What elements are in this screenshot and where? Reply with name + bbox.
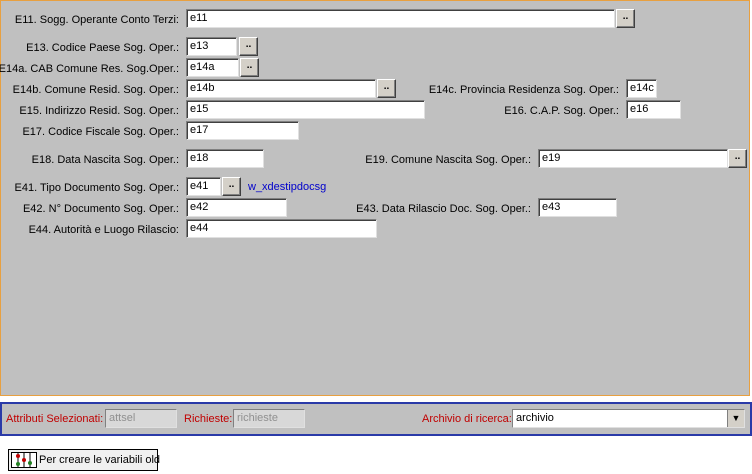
e43-label: E43. Data Rilascio Doc. Sog. Oper.: — [356, 203, 531, 215]
create-old-variables-button[interactable]: Per creare le variabili old — [8, 449, 161, 471]
e19-label: E19. Comune Nascita Sog. Oper.: — [365, 154, 531, 166]
e18-label: E18. Data Nascita Sog. Oper.: — [31, 154, 179, 166]
richieste-input: richieste — [233, 409, 305, 428]
ellipsis-icon: .. — [228, 179, 235, 190]
richieste-label: Richieste: — [184, 413, 233, 425]
ellipsis-icon: .. — [246, 60, 253, 71]
e15-input[interactable]: e15 — [186, 100, 425, 119]
e19-lookup-button[interactable]: .. — [728, 149, 747, 168]
archivio-label: Archivio di ricerca: — [422, 413, 512, 425]
e13-input[interactable]: e13 — [186, 37, 237, 56]
ellipsis-icon: .. — [383, 81, 390, 92]
e16-input[interactable]: e16 — [626, 100, 681, 119]
archivio-select[interactable]: archivio ▼ — [512, 409, 745, 428]
e11-input[interactable]: e11 — [186, 9, 615, 28]
e18-input[interactable]: e18 — [186, 149, 264, 168]
attributi-input: attsel — [105, 409, 177, 428]
attributi-label: Attributi Selezionati: — [6, 413, 104, 425]
e41-input[interactable]: e41 — [186, 177, 221, 196]
e42-label: E42. N° Documento Sog. Oper.: — [22, 203, 179, 215]
abacus-icon — [11, 452, 37, 468]
e14a-lookup-button[interactable]: .. — [240, 58, 259, 77]
e41-description-link[interactable]: w_xdestipdocsg — [248, 181, 326, 193]
e17-label: E17. Codice Fiscale Sog. Oper.: — [22, 126, 179, 138]
form-panel: E11. Sogg. Operante Conto Terzi: e11 .. … — [0, 0, 750, 396]
e19-input[interactable]: e19 — [538, 149, 728, 168]
ellipsis-icon: .. — [245, 39, 252, 50]
e41-label: E41. Tipo Documento Sog. Oper.: — [14, 182, 179, 194]
e16-label: E16. C.A.P. Sog. Oper.: — [504, 105, 619, 117]
e13-lookup-button[interactable]: .. — [239, 37, 258, 56]
e13-label: E13. Codice Paese Sog. Oper.: — [26, 42, 179, 54]
chevron-down-icon[interactable]: ▼ — [727, 410, 744, 427]
e14c-input[interactable]: e14c — [626, 79, 657, 98]
e44-input[interactable]: e44 — [186, 219, 377, 238]
e17-input[interactable]: e17 — [186, 121, 299, 140]
e11-lookup-button[interactable]: .. — [616, 9, 635, 28]
ellipsis-icon: .. — [734, 151, 741, 162]
e42-input[interactable]: e42 — [186, 198, 287, 217]
e11-label: E11. Sogg. Operante Conto Terzi: — [14, 14, 179, 26]
e14b-input[interactable]: e14b — [186, 79, 376, 98]
e14b-lookup-button[interactable]: .. — [377, 79, 396, 98]
e14a-label: E14a. CAB Comune Res. Sog.Oper.: — [0, 63, 179, 75]
e14c-label: E14c. Provincia Residenza Sog. Oper.: — [428, 84, 619, 96]
e43-input[interactable]: e43 — [538, 198, 617, 217]
e14a-input[interactable]: e14a — [186, 58, 239, 77]
create-old-variables-label: Per creare le variabili old — [39, 454, 161, 466]
ellipsis-icon: .. — [622, 11, 629, 22]
e44-label: E44. Autorità e Luogo Rilascio: — [28, 224, 179, 236]
e41-lookup-button[interactable]: .. — [222, 177, 241, 196]
e14b-label: E14b. Comune Resid. Sog. Oper.: — [12, 84, 179, 96]
search-options-panel: Attributi Selezionati: attsel Richieste:… — [0, 402, 752, 436]
archivio-selected-value: archivio — [516, 412, 554, 424]
e15-label: E15. Indirizzo Resid. Sog. Oper.: — [19, 105, 179, 117]
